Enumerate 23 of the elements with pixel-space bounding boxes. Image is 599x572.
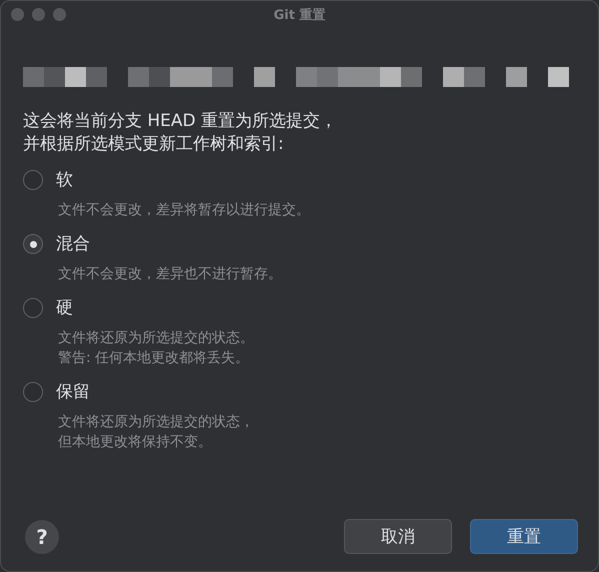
mode-description: 文件不会更改，差异将暂存以进行提交。 [58,201,311,219]
description-text: 并根据所选模式更新工作树和索引: [23,134,285,155]
zoom-window-button[interactable] [53,8,66,21]
mode-radio-option[interactable]: 软 [23,169,73,191]
mode-radio-option[interactable]: 硬 [23,297,73,319]
description-text: 这会将当前分支 HEAD 重置为所选提交， [23,111,338,132]
radio-button[interactable] [23,298,43,318]
help-button[interactable]: ? [25,520,59,554]
reset-button[interactable]: 重置 [470,519,578,554]
mode-description: 文件将还原为所选提交的状态， [58,413,255,431]
close-window-button[interactable] [11,8,24,21]
mode-radio-option[interactable]: 保留 [23,381,90,403]
window-title: Git 重置 [274,6,326,24]
mode-description: 但本地更改将保持不变。 [58,433,213,451]
mode-description: 文件不会更改，差异也不进行暂存。 [58,265,283,283]
mode-description: 警告: 任何本地更改都将丢失。 [58,349,250,367]
mode-description: 文件将还原为所选提交的状态。 [58,329,255,347]
minimize-window-button[interactable] [32,8,45,21]
cancel-button[interactable]: 取消 [344,519,452,554]
radio-button[interactable] [23,170,43,190]
radio-button[interactable] [23,234,43,254]
mode-radio-option[interactable]: 混合 [23,233,90,255]
radio-button[interactable] [23,382,43,402]
